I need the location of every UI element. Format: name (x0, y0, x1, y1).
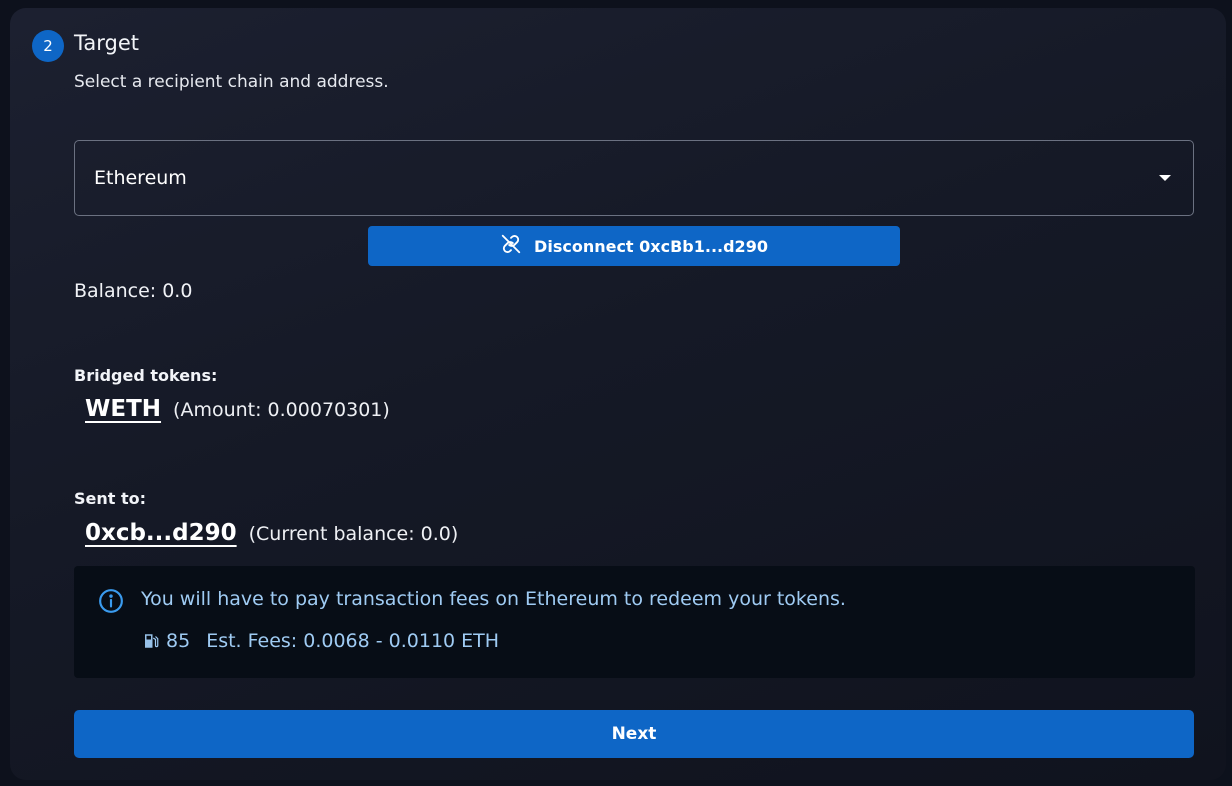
fee-estimate-row: 85 Est. Fees: 0.0068 - 0.0110 ETH (142, 630, 499, 652)
recipient-address-link[interactable]: 0xcb...d290 (85, 520, 237, 546)
link-off-icon (500, 233, 522, 259)
recipient-balance: (Current balance: 0.0) (248, 523, 459, 545)
gas-price-value: 85 (166, 630, 191, 652)
disconnect-wallet-button[interactable]: Disconnect 0xcBb1...d290 (368, 226, 900, 266)
token-amount: (Amount: 0.00070301) (173, 399, 390, 421)
chain-select[interactable]: Ethereum (74, 140, 1194, 216)
bridged-token-row: WETH (Amount: 0.00070301) (85, 396, 390, 422)
step-title: Target (74, 31, 139, 55)
step-number: 2 (43, 37, 53, 55)
fee-info-alert: You will have to pay transaction fees on… (74, 566, 1195, 678)
chain-select-value: Ethereum (94, 167, 187, 189)
gas-pump-icon (142, 632, 160, 650)
step-description: Select a recipient chain and address. (74, 72, 389, 92)
info-icon (98, 588, 124, 618)
estimated-fees: Est. Fees: 0.0068 - 0.0110 ETH (206, 630, 500, 652)
sent-to-row: 0xcb...d290 (Current balance: 0.0) (85, 520, 458, 546)
chevron-down-icon[interactable] (1159, 175, 1171, 181)
bridged-tokens-label: Bridged tokens: (74, 366, 218, 385)
wallet-balance: Balance: 0.0 (74, 280, 193, 302)
step-number-badge: 2 (32, 30, 64, 62)
next-button[interactable]: Next (74, 710, 1194, 758)
token-link[interactable]: WETH (85, 396, 161, 422)
disconnect-button-label: Disconnect 0xcBb1...d290 (534, 236, 768, 256)
fee-info-message: You will have to pay transaction fees on… (141, 588, 846, 610)
sent-to-label: Sent to: (74, 489, 147, 508)
